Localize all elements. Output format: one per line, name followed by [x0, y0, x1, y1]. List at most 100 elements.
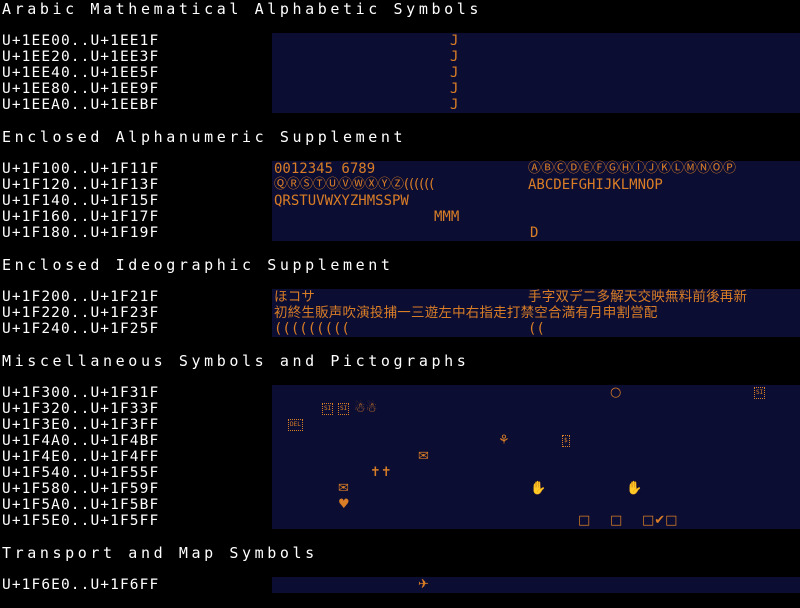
range-label: U+1F540..U+1F55F — [2, 465, 160, 481]
range-label: U+1F580..U+1F59F — [2, 481, 160, 497]
glyph-sample: (( — [528, 321, 545, 337]
range-label: U+1F120..U+1F13F — [2, 177, 160, 193]
range-row: U+1F300..U+1F31F ○ SI — [0, 385, 800, 401]
range-row: U+1F5E0..U+1F5FF □ □ □✔□ — [0, 513, 800, 529]
range-row: U+1EEA0..U+1EEBF J — [0, 97, 800, 113]
glyph-sample: ○ — [610, 385, 622, 400]
glyph-strip: 0012345 6789 ⒶⒷⒸⒹⒺⒻⒼⒽⒾⒿⓀⓁⓂⓃⓄⓅ — [272, 161, 800, 177]
range-row: U+1F180..U+1F19F D — [0, 225, 800, 241]
glyph-strip: ⓆⓇⓈⓉⓊⓋⓌⓍⓎⓏ(((((( ABCDEFGHIJKLMNOP — [272, 177, 800, 193]
range-label: U+1EE40..U+1EE5F — [2, 65, 160, 81]
range-label: U+1F320..U+1F33F — [2, 401, 160, 417]
range-label: U+1EE80..U+1EE9F — [2, 81, 160, 97]
range-row: U+1F120..U+1F13F ⓆⓇⓈⓉⓊⓋⓌⓍⓎⓏ(((((( ABCDEFGH… — [0, 177, 800, 193]
glyph-sample: □ — [578, 513, 591, 528]
glyph-strip: ✝✝ — [272, 465, 800, 481]
glyph-sample: MMM — [434, 209, 460, 225]
section-heading: Arabic Mathematical Alphabetic Symbols — [2, 0, 482, 18]
range-row: U+1EE20..U+1EE3F J — [0, 49, 800, 65]
range-row: U+1F220..U+1F23F 初終生販声吹演投捕一三遊左中右指走打禁空合満有月… — [0, 305, 800, 321]
range-label: U+1F4A0..U+1F4BF — [2, 433, 160, 449]
glyph-sample: D — [530, 225, 539, 241]
range-row: U+1EE80..U+1EE9F J — [0, 81, 800, 97]
glyph-sample: J — [450, 81, 459, 97]
glyph-sample: J — [450, 33, 459, 49]
glyph-sample: ☃☃ — [354, 401, 378, 416]
glyph-strip: DEL — [272, 417, 800, 433]
glyph-strip: QRSTUVWXYZHMSSPW — [272, 193, 800, 209]
range-row: U+1F4E0..U+1F4FF ✉ — [0, 449, 800, 465]
glyph-sample: ✋ — [626, 481, 643, 496]
glyph-sample: $ — [562, 435, 570, 447]
glyph-strip: J — [272, 49, 800, 65]
glyph-sample: ✉ — [418, 449, 429, 464]
range-label: U+1F4E0..U+1F4FF — [2, 449, 160, 465]
range-row: U+1F200..U+1F21F ほコサ 手字双デ二多解天交映無料前後再新 — [0, 289, 800, 305]
glyph-sample: □ — [610, 513, 623, 528]
range-row: U+1F3E0..U+1F3FF DEL — [0, 417, 800, 433]
range-label: U+1F5E0..U+1F5FF — [2, 513, 160, 529]
range-label: U+1F200..U+1F21F — [2, 289, 160, 305]
glyph-sample: ✉ — [338, 481, 349, 496]
glyph-strip: J — [272, 65, 800, 81]
glyph-strip: ✉ — [272, 449, 800, 465]
glyph-strip: SI SI ☃☃ — [272, 401, 800, 417]
glyph-sample: ♥ — [338, 497, 350, 512]
glyph-sample: ほコサ — [274, 289, 316, 305]
glyph-strip: ♥ — [272, 497, 800, 513]
glyph-sample: SI — [338, 403, 350, 415]
glyph-sample: SI — [322, 403, 334, 415]
range-label: U+1F180..U+1F19F — [2, 225, 160, 241]
range-row: U+1F5A0..U+1F5BF ♥ — [0, 497, 800, 513]
range-label: U+1EEA0..U+1EEBF — [2, 97, 160, 113]
range-label: U+1EE00..U+1EE1F — [2, 33, 160, 49]
range-row: U+1EE00..U+1EE1F J — [0, 33, 800, 49]
glyph-sample: ✝✝ — [370, 465, 392, 480]
glyph-sample: J — [450, 65, 459, 81]
glyph-sample: DEL — [288, 419, 303, 431]
section-heading: Miscellaneous Symbols and Pictographs — [2, 352, 470, 370]
glyph-strip: ((((((((((( — [272, 321, 800, 337]
glyph-strip: ほコサ 手字双デ二多解天交映無料前後再新 — [272, 289, 800, 305]
glyph-sample: ⓆⓇⓈⓉⓊⓋⓌⓍⓎⓏ(((((( — [274, 177, 435, 192]
range-row: U+1F580..U+1F59F ✉ ✋ ✋ — [0, 481, 800, 497]
range-row: U+1F140..U+1F15F QRSTUVWXYZHMSSPW — [0, 193, 800, 209]
glyph-strip: D — [272, 225, 800, 241]
glyph-strip: J — [272, 97, 800, 113]
range-row: U+1F240..U+1F25F((((((((((( — [0, 321, 800, 337]
range-row: U+1F540..U+1F55F ✝✝ — [0, 465, 800, 481]
range-label: U+1F300..U+1F31F — [2, 385, 160, 401]
glyph-strip: ○ SI — [272, 385, 800, 401]
glyph-sample: ABCDEFGHIJKLMNOP — [528, 177, 663, 193]
glyph-strip: □ □ □✔□ — [272, 513, 800, 529]
section-heading: Enclosed Ideographic Supplement — [2, 256, 394, 274]
glyph-sample: ✋ — [530, 481, 547, 496]
range-label: U+1F6E0..U+1F6FF — [2, 577, 160, 593]
glyph-sample: ⒶⒷⒸⒹⒺⒻⒼⒽⒾⒿⓀⓁⓂⓃⓄⓅ — [528, 161, 737, 176]
glyph-sample: 手字双デ二多解天交映無料前後再新 — [528, 289, 748, 305]
glyph-strip: ✉ ✋ ✋ — [272, 481, 800, 497]
range-label: U+1F140..U+1F15F — [2, 193, 160, 209]
range-label: U+1EE20..U+1EE3F — [2, 49, 160, 65]
section-heading: Enclosed Alphanumeric Supplement — [2, 128, 407, 146]
range-label: U+1F3E0..U+1F3FF — [2, 417, 160, 433]
glyph-sample: 0012345 6789 — [274, 161, 376, 177]
glyph-strip: ✈ — [272, 577, 800, 593]
range-row: U+1F4A0..U+1F4BF ⚘ $ — [0, 433, 800, 449]
glyph-sample: □✔□ — [642, 513, 678, 528]
range-row: U+1EE40..U+1EE5F J — [0, 65, 800, 81]
range-row: U+1F320..U+1F33F SI SI ☃☃ — [0, 401, 800, 417]
range-label: U+1F5A0..U+1F5BF — [2, 497, 160, 513]
glyph-sample: ((((((((( — [274, 321, 350, 337]
glyph-sample: SI — [754, 387, 766, 399]
glyph-strip: J — [272, 33, 800, 49]
range-label: U+1F100..U+1F11F — [2, 161, 160, 177]
glyph-sample: J — [450, 49, 459, 65]
glyph-sample: QRSTUVWXYZHMSSPW — [274, 193, 409, 209]
section-heading: Transport and Map Symbols — [2, 544, 318, 562]
glyph-strip: MMM — [272, 209, 800, 225]
glyph-sample: ✈ — [418, 577, 429, 592]
glyph-sample: 初終生販声吹演投捕一三遊左中右指走打禁空合満有月申割営配 — [274, 305, 658, 321]
range-row: U+1F100..U+1F11F 0012345 6789 ⒶⒷⒸⒹⒺⒻⒼⒽⒾⒿⓀⓁ… — [0, 161, 800, 177]
glyph-strip: ⚘ $ — [272, 433, 800, 449]
